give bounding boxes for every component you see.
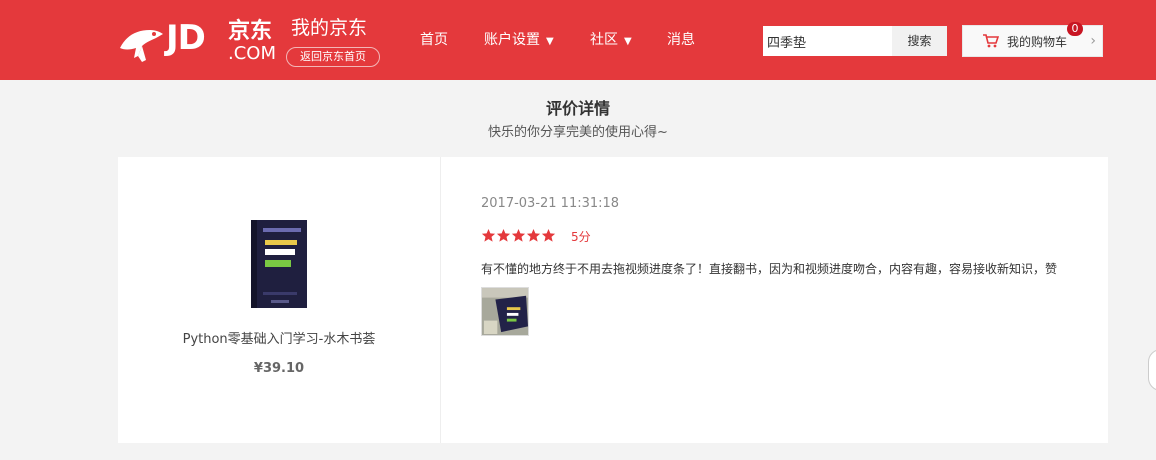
- star-icon: [541, 228, 556, 242]
- nav-home[interactable]: 首页: [420, 30, 448, 50]
- nav-messages-label: 消息: [667, 32, 695, 48]
- logo-cn-text: 京东: [228, 19, 273, 44]
- star-icon: [511, 228, 526, 242]
- star-icon: [496, 228, 511, 242]
- divider: [440, 157, 441, 443]
- product-image[interactable]: [251, 220, 307, 308]
- nav-messages[interactable]: 消息: [667, 30, 695, 50]
- jd-dog-logo-icon: [120, 30, 163, 62]
- nav-account-settings[interactable]: 账户设置 ▼: [484, 30, 554, 52]
- page-title: 评价详情: [545, 99, 610, 118]
- product-name-link[interactable]: Python零基础入门学习-水木书荟: [118, 331, 440, 349]
- top-header: JD 京东 .COM 我的京东 返回京东首页 首页 账户设置 ▼ 社区 ▼ 消息 搜…: [0, 0, 1156, 80]
- star-icon: [481, 228, 496, 242]
- logo-com-text: .COM: [228, 43, 276, 64]
- chevron-down-icon: ▼: [624, 36, 632, 47]
- back-home-link[interactable]: 返回京东首页: [286, 47, 380, 67]
- side-float-button[interactable]: [1148, 349, 1156, 391]
- review-text: 有不懂的地方终于不用去拖视频进度条了！直接翻书，因为和视频进度吻合，内容有趣，容…: [481, 262, 1058, 276]
- shopping-cart-icon: [983, 34, 999, 48]
- search-button[interactable]: 搜索: [892, 26, 947, 56]
- site-title: 我的京东: [291, 17, 368, 39]
- nav-account-settings-label: 账户设置: [484, 32, 540, 48]
- search-input[interactable]: [763, 26, 892, 56]
- cart-count-badge: 0: [1067, 22, 1083, 36]
- nav-community-label: 社区: [590, 32, 618, 48]
- nav-home-label: 首页: [420, 32, 448, 48]
- star-icon: [526, 228, 541, 242]
- chevron-down-icon: ▼: [546, 36, 554, 47]
- rating-stars: [481, 228, 556, 246]
- review-photo-thumbnail[interactable]: [481, 287, 529, 336]
- chevron-right-icon: ›: [1090, 33, 1096, 49]
- review-date: 2017-03-21 11:31:18: [481, 196, 620, 211]
- nav-community[interactable]: 社区 ▼: [590, 30, 632, 52]
- product-price: ¥39.10: [253, 361, 305, 376]
- page-subtitle: 快乐的你分享完美的使用心得~: [488, 125, 668, 140]
- jd-logo[interactable]: JD 京东 .COM: [116, 14, 281, 70]
- rating-score: 5分: [571, 230, 591, 244]
- logo-jd-text: JD: [166, 18, 206, 58]
- review-card: Python零基础入门学习-水木书荟 ¥39.10 2017-03-21 11:…: [118, 157, 1108, 443]
- cart-label: 我的购物车: [1007, 35, 1068, 49]
